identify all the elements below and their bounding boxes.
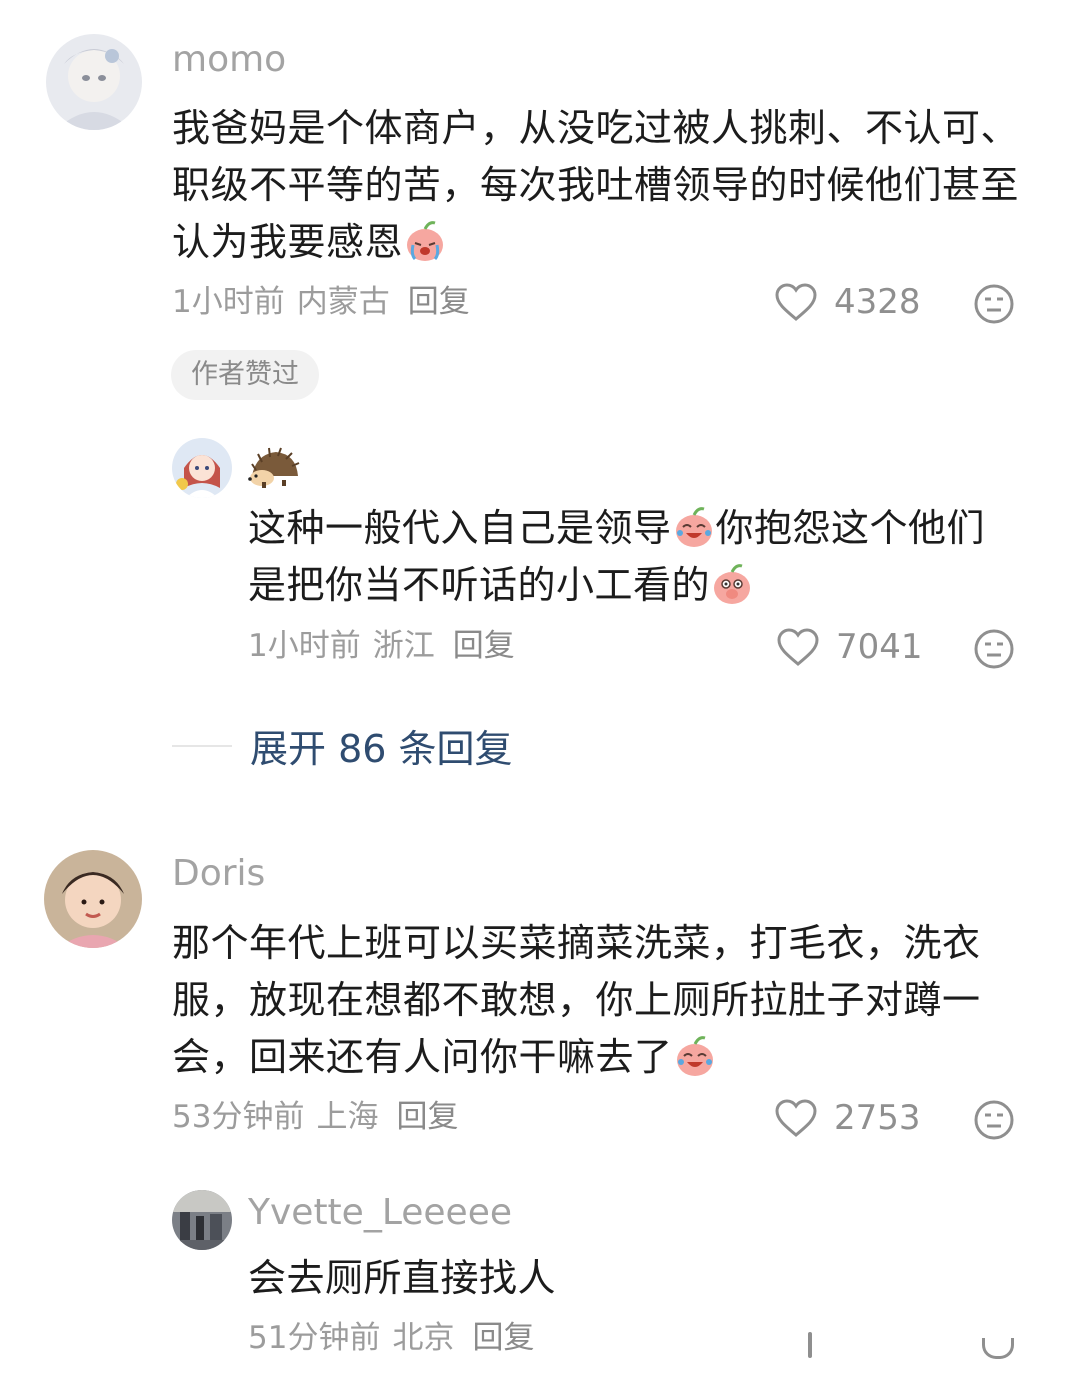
heart-outline-icon [777,628,819,666]
expand-divider [172,744,232,747]
reply-button[interactable]: 回复 [396,1099,458,1135]
avatar[interactable] [172,438,232,498]
neutral-face-icon [974,284,1014,324]
avatar[interactable] [44,850,142,948]
avatar[interactable] [172,1190,232,1250]
like-count: 7041 [836,627,923,667]
heart-outline-icon [775,283,817,321]
dislike-button[interactable] [973,628,1015,670]
like-button[interactable]: 4328 [774,282,921,322]
comment-username[interactable]: Doris [172,856,265,892]
like-button[interactable]: 7041 [776,627,923,667]
crying-peach-emoji [403,219,447,263]
dislike-icon-partial [982,1338,1014,1359]
reply-button[interactable]: 回复 [408,284,470,320]
comment-time: 1小时前 [172,284,285,320]
reply-time: 1小时前 [248,628,361,664]
reply-text: 会去厕所直接找人 [248,1256,557,1300]
comment-location: 上海 [316,1099,379,1135]
shy-peach-emoji [710,562,754,606]
dislike-button[interactable] [973,1099,1015,1141]
reply-meta: 51分钟前 北京 回复 [248,1323,534,1354]
comment-meta: 53分钟前 上海 回复 [172,1102,458,1133]
reply-location: 浙江 [372,628,435,664]
expand-replies-label: 展开 86 条回复 [250,727,513,771]
like-button[interactable]: 2753 [774,1098,921,1138]
reply-location: 北京 [392,1320,455,1356]
reply-username[interactable]: Yvette_Leeeee [248,1195,512,1231]
reply-text: 这种一般代入自己是领导 你抱怨这个他们是把你当不听话的小工看的 [248,505,986,607]
laughing-tears-peach-emoji [672,505,716,549]
hedgehog-icon [246,446,302,490]
avatar[interactable] [46,34,142,130]
comment-list: momo 我爸妈是个体商户，从没吃过被人挑刺、不认可、职级不平等的苦，每次我吐槽… [0,0,1080,1383]
expand-replies-button[interactable]: 展开 86 条回复 [172,718,513,773]
reply-button[interactable]: 回复 [453,628,515,664]
comment-meta: 1小时前 内蒙古 回复 [172,287,470,318]
comment-time: 53分钟前 [172,1099,305,1135]
like-count: 2753 [834,1098,921,1138]
laughing-tears-peach-emoji [673,1034,717,1078]
neutral-face-icon [974,629,1014,669]
dislike-button[interactable] [973,283,1015,325]
comment-location: 内蒙古 [296,284,390,320]
reply-time: 51分钟前 [248,1320,381,1356]
comment-text: 我爸妈是个体商户，从没吃过被人挑刺、不认可、职级不平等的苦，每次我吐槽领导的时候… [172,106,1020,264]
author-liked-badge: 作者赞过 [171,350,319,400]
comment-username[interactable]: momo [172,42,286,78]
reply-meta: 1小时前 浙江 回复 [248,631,515,662]
like-icon-partial [808,1332,812,1358]
neutral-face-icon [974,1100,1014,1140]
like-count: 4328 [834,282,921,322]
heart-outline-icon [775,1099,817,1137]
reply-button[interactable]: 回复 [472,1320,534,1356]
comment-text: 那个年代上班可以买菜摘菜洗菜，打毛衣，洗衣服，放现在想都不敢想，你上厕所拉肚子对… [172,921,981,1079]
